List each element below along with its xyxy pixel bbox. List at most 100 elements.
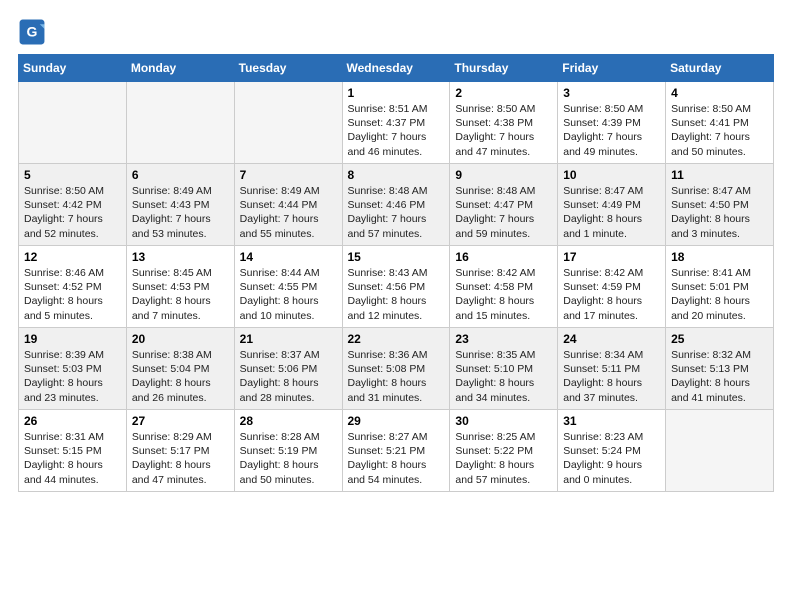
- col-header-sunday: Sunday: [19, 55, 127, 82]
- calendar-cell: [126, 82, 234, 164]
- day-number: 4: [671, 86, 768, 100]
- day-info: Sunrise: 8:27 AM Sunset: 5:21 PM Dayligh…: [348, 430, 445, 487]
- calendar-cell: 25 Sunrise: 8:32 AM Sunset: 5:13 PM Dayli…: [666, 328, 774, 410]
- day-number: 16: [455, 250, 552, 264]
- day-number: 20: [132, 332, 229, 346]
- calendar-table: SundayMondayTuesdayWednesdayThursdayFrid…: [18, 54, 774, 492]
- calendar-cell: 7Sunrise: 8:49 AM Sunset: 4:44 PM Daylig…: [234, 164, 342, 246]
- calendar-cell: 12 Sunrise: 8:46 AM Sunset: 4:52 PM Dayli…: [19, 246, 127, 328]
- day-number: 26: [24, 414, 121, 428]
- day-info: Sunrise: 8:37 AM Sunset: 5:06 PM Dayligh…: [240, 348, 337, 405]
- day-number: 9: [455, 168, 552, 182]
- calendar-cell: 6 Sunrise: 8:49 AM Sunset: 4:43 PM Daylig…: [126, 164, 234, 246]
- col-header-tuesday: Tuesday: [234, 55, 342, 82]
- day-number: 27: [132, 414, 229, 428]
- day-number: 24: [563, 332, 660, 346]
- calendar-cell: 20Sunrise: 8:38 AM Sunset: 5:04 PM Dayli…: [126, 328, 234, 410]
- calendar-cell: 10 Sunrise: 8:47 AM Sunset: 4:49 PM Dayli…: [558, 164, 666, 246]
- day-info: Sunrise: 8:42 AM Sunset: 4:59 PM Dayligh…: [563, 266, 660, 323]
- calendar-cell: 22 Sunrise: 8:36 AM Sunset: 5:08 PM Dayli…: [342, 328, 450, 410]
- day-info: Sunrise: 8:48 AM Sunset: 4:46 PM Dayligh…: [348, 184, 445, 241]
- day-number: 1: [348, 86, 445, 100]
- day-number: 25: [671, 332, 768, 346]
- day-info: Sunrise: 8:49 AM Sunset: 4:43 PM Dayligh…: [132, 184, 229, 241]
- calendar-week-row: 12 Sunrise: 8:46 AM Sunset: 4:52 PM Dayli…: [19, 246, 774, 328]
- day-number: 18: [671, 250, 768, 264]
- calendar-cell: 29Sunrise: 8:27 AM Sunset: 5:21 PM Dayli…: [342, 410, 450, 492]
- day-number: 17: [563, 250, 660, 264]
- day-number: 5: [24, 168, 121, 182]
- calendar-cell: 8 Sunrise: 8:48 AM Sunset: 4:46 PM Daylig…: [342, 164, 450, 246]
- day-number: 10: [563, 168, 660, 182]
- calendar-cell: [666, 410, 774, 492]
- day-info: Sunrise: 8:32 AM Sunset: 5:13 PM Dayligh…: [671, 348, 768, 405]
- day-number: 19: [24, 332, 121, 346]
- calendar-cell: 31Sunrise: 8:23 AM Sunset: 5:24 PM Dayli…: [558, 410, 666, 492]
- calendar-cell: 27 Sunrise: 8:29 AM Sunset: 5:17 PM Dayli…: [126, 410, 234, 492]
- day-info: Sunrise: 8:50 AM Sunset: 4:41 PM Dayligh…: [671, 102, 768, 159]
- header: G: [18, 18, 774, 46]
- day-info: Sunrise: 8:46 AM Sunset: 4:52 PM Dayligh…: [24, 266, 121, 323]
- calendar-cell: 3 Sunrise: 8:50 AM Sunset: 4:39 PM Daylig…: [558, 82, 666, 164]
- calendar-cell: 9 Sunrise: 8:48 AM Sunset: 4:47 PM Daylig…: [450, 164, 558, 246]
- day-info: Sunrise: 8:36 AM Sunset: 5:08 PM Dayligh…: [348, 348, 445, 405]
- day-info: Sunrise: 8:39 AM Sunset: 5:03 PM Dayligh…: [24, 348, 121, 405]
- calendar-cell: 23 Sunrise: 8:35 AM Sunset: 5:10 PM Dayli…: [450, 328, 558, 410]
- day-info: Sunrise: 8:28 AM Sunset: 5:19 PM Dayligh…: [240, 430, 337, 487]
- calendar-cell: 30Sunrise: 8:25 AM Sunset: 5:22 PM Dayli…: [450, 410, 558, 492]
- calendar-cell: [19, 82, 127, 164]
- day-info: Sunrise: 8:29 AM Sunset: 5:17 PM Dayligh…: [132, 430, 229, 487]
- col-header-thursday: Thursday: [450, 55, 558, 82]
- col-header-saturday: Saturday: [666, 55, 774, 82]
- calendar-cell: 28 Sunrise: 8:28 AM Sunset: 5:19 PM Dayli…: [234, 410, 342, 492]
- day-info: Sunrise: 8:50 AM Sunset: 4:42 PM Dayligh…: [24, 184, 121, 241]
- calendar-week-row: 1 Sunrise: 8:51 AM Sunset: 4:37 PM Daylig…: [19, 82, 774, 164]
- col-header-monday: Monday: [126, 55, 234, 82]
- col-header-wednesday: Wednesday: [342, 55, 450, 82]
- day-info: Sunrise: 8:48 AM Sunset: 4:47 PM Dayligh…: [455, 184, 552, 241]
- calendar-cell: 1 Sunrise: 8:51 AM Sunset: 4:37 PM Daylig…: [342, 82, 450, 164]
- day-info: Sunrise: 8:50 AM Sunset: 4:39 PM Dayligh…: [563, 102, 660, 159]
- day-number: 11: [671, 168, 768, 182]
- day-info: Sunrise: 8:44 AM Sunset: 4:55 PM Dayligh…: [240, 266, 337, 323]
- page: G SundayMondayTuesdayWednesdayThursdayFr…: [0, 0, 792, 612]
- day-info: Sunrise: 8:45 AM Sunset: 4:53 PM Dayligh…: [132, 266, 229, 323]
- calendar-cell: 15 Sunrise: 8:43 AM Sunset: 4:56 PM Dayli…: [342, 246, 450, 328]
- day-info: Sunrise: 8:42 AM Sunset: 4:58 PM Dayligh…: [455, 266, 552, 323]
- day-info: Sunrise: 8:49 AM Sunset: 4:44 PM Dayligh…: [240, 184, 337, 241]
- day-info: Sunrise: 8:35 AM Sunset: 5:10 PM Dayligh…: [455, 348, 552, 405]
- day-info: Sunrise: 8:47 AM Sunset: 4:50 PM Dayligh…: [671, 184, 768, 241]
- calendar-cell: 19 Sunrise: 8:39 AM Sunset: 5:03 PM Dayli…: [19, 328, 127, 410]
- day-number: 22: [348, 332, 445, 346]
- calendar-cell: 13 Sunrise: 8:45 AM Sunset: 4:53 PM Dayli…: [126, 246, 234, 328]
- day-info: Sunrise: 8:47 AM Sunset: 4:49 PM Dayligh…: [563, 184, 660, 241]
- calendar-week-row: 26 Sunrise: 8:31 AM Sunset: 5:15 PM Dayli…: [19, 410, 774, 492]
- day-number: 15: [348, 250, 445, 264]
- calendar-cell: 2 Sunrise: 8:50 AM Sunset: 4:38 PM Daylig…: [450, 82, 558, 164]
- calendar-cell: 26 Sunrise: 8:31 AM Sunset: 5:15 PM Dayli…: [19, 410, 127, 492]
- day-number: 23: [455, 332, 552, 346]
- day-number: 28: [240, 414, 337, 428]
- day-number: 6: [132, 168, 229, 182]
- day-info: Sunrise: 8:31 AM Sunset: 5:15 PM Dayligh…: [24, 430, 121, 487]
- day-number: 31: [563, 414, 660, 428]
- calendar-week-row: 19 Sunrise: 8:39 AM Sunset: 5:03 PM Dayli…: [19, 328, 774, 410]
- day-number: 13: [132, 250, 229, 264]
- day-number: 8: [348, 168, 445, 182]
- col-header-friday: Friday: [558, 55, 666, 82]
- svg-text:G: G: [27, 24, 38, 40]
- calendar-cell: 17 Sunrise: 8:42 AM Sunset: 4:59 PM Dayli…: [558, 246, 666, 328]
- logo-icon: G: [18, 18, 46, 46]
- day-info: Sunrise: 8:43 AM Sunset: 4:56 PM Dayligh…: [348, 266, 445, 323]
- calendar-cell: 16 Sunrise: 8:42 AM Sunset: 4:58 PM Dayli…: [450, 246, 558, 328]
- day-number: 30: [455, 414, 552, 428]
- day-number: 3: [563, 86, 660, 100]
- day-info: Sunrise: 8:50 AM Sunset: 4:38 PM Dayligh…: [455, 102, 552, 159]
- day-number: 2: [455, 86, 552, 100]
- calendar-header-row: SundayMondayTuesdayWednesdayThursdayFrid…: [19, 55, 774, 82]
- day-info: Sunrise: 8:41 AM Sunset: 5:01 PM Dayligh…: [671, 266, 768, 323]
- calendar-week-row: 5 Sunrise: 8:50 AM Sunset: 4:42 PM Daylig…: [19, 164, 774, 246]
- day-info: Sunrise: 8:51 AM Sunset: 4:37 PM Dayligh…: [348, 102, 445, 159]
- day-number: 12: [24, 250, 121, 264]
- calendar-cell: 5 Sunrise: 8:50 AM Sunset: 4:42 PM Daylig…: [19, 164, 127, 246]
